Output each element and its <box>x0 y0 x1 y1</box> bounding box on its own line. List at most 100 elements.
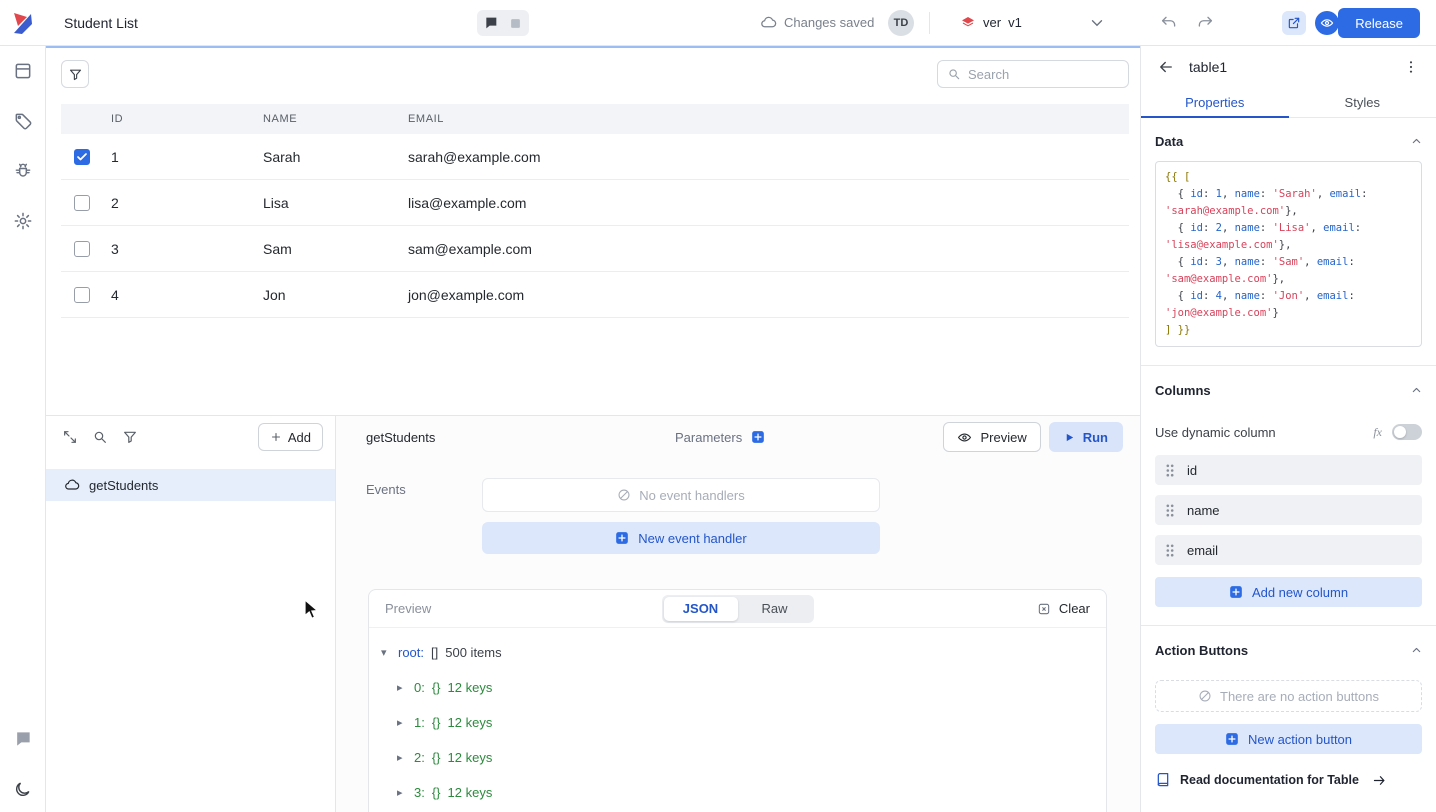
column-item[interactable]: email <box>1155 535 1422 565</box>
query-panel: Add getStudents getStudents Parameters <box>46 415 1140 812</box>
avatar[interactable]: TD <box>888 10 914 36</box>
table-search[interactable] <box>937 60 1129 88</box>
json-tree-item[interactable]: ▸3:{}12 keys <box>397 781 1106 803</box>
tag-icon[interactable] <box>12 110 34 132</box>
collapse-icon[interactable] <box>1411 385 1422 396</box>
add-parameter-icon[interactable] <box>751 430 765 444</box>
collapse-icon[interactable] <box>1411 136 1422 147</box>
version-selector[interactable]: ver v1 <box>960 0 1022 45</box>
bug-icon[interactable] <box>12 160 34 182</box>
table-row[interactable]: 3Samsam@example.com <box>61 226 1129 272</box>
row-checkbox[interactable] <box>74 287 90 303</box>
response-preview-header: Preview JSON Raw Clear <box>369 590 1106 628</box>
add-query-button[interactable]: Add <box>258 423 323 451</box>
query-label: getStudents <box>89 478 158 493</box>
query-list-item[interactable]: getStudents <box>46 469 335 501</box>
caret-right-icon[interactable]: ▸ <box>397 786 407 799</box>
gear-icon[interactable] <box>12 210 34 232</box>
run-button[interactable]: Run <box>1049 422 1123 452</box>
comment-mode-icon[interactable] <box>482 14 500 32</box>
tab-json[interactable]: JSON <box>664 597 738 621</box>
drag-handle-icon[interactable] <box>1166 544 1174 557</box>
tab-properties[interactable]: Properties <box>1141 88 1289 117</box>
data-code-editor[interactable]: {{ [ { id: 1, name: 'Sarah', email:'sara… <box>1155 161 1422 347</box>
row-checkbox[interactable] <box>74 149 90 165</box>
properties-body: Data {{ [ { id: 1, name: 'Sarah', email:… <box>1141 118 1436 812</box>
caret-right-icon[interactable]: ▸ <box>397 751 407 764</box>
query-list: getStudents <box>46 458 335 501</box>
table-widget[interactable]: ID NAME EMAIL 1Sarahsarah@example.com2Li… <box>61 60 1129 318</box>
more-options-icon[interactable] <box>1400 56 1422 78</box>
fx-icon[interactable]: fx <box>1373 425 1382 440</box>
query-name[interactable]: getStudents <box>366 430 435 445</box>
row-checkbox[interactable] <box>74 241 90 257</box>
caret-right-icon[interactable]: ▸ <box>397 716 407 729</box>
new-event-handler-button[interactable]: New event handler <box>482 522 880 554</box>
caret-right-icon[interactable]: ▸ <box>397 681 407 694</box>
cloud-icon <box>760 14 777 31</box>
undo-button[interactable] <box>1158 12 1180 34</box>
data-section-header[interactable]: Data <box>1155 134 1422 149</box>
pages-icon[interactable] <box>12 60 34 82</box>
add-new-column-button[interactable]: Add new column <box>1155 577 1422 607</box>
columns-section-header[interactable]: Columns <box>1155 383 1422 398</box>
drag-handle-icon[interactable] <box>1166 504 1174 517</box>
new-action-button[interactable]: New action button <box>1155 724 1422 754</box>
cell-email: jon@example.com <box>408 287 1129 303</box>
parameters-control[interactable]: Parameters <box>675 416 765 458</box>
canvas-mode-icon[interactable] <box>506 14 524 32</box>
release-button[interactable]: Release <box>1338 8 1420 38</box>
back-button[interactable] <box>1155 56 1177 78</box>
json-tree-root[interactable]: ▾ root: [] 500 items <box>381 641 1106 663</box>
tab-styles[interactable]: Styles <box>1289 88 1436 117</box>
moon-icon[interactable] <box>12 778 34 800</box>
app-window: Student List Changes saved TD <box>0 0 1436 812</box>
expand-icon[interactable] <box>58 425 82 449</box>
column-item[interactable]: name <box>1155 495 1422 525</box>
table-row[interactable]: 2Lisalisa@example.com <box>61 180 1129 226</box>
query-list-pane: Add getStudents <box>46 416 336 812</box>
action-buttons-section-header[interactable]: Action Buttons <box>1155 643 1422 658</box>
json-tree: ▾ root: [] 500 items ▸0:{}12 keys ▸1:{}12… <box>369 628 1106 803</box>
tab-raw[interactable]: Raw <box>738 597 812 621</box>
clear-button[interactable]: Clear <box>1037 601 1090 616</box>
left-sidebar <box>0 46 46 812</box>
widget-name[interactable]: table1 <box>1189 59 1227 75</box>
column-label: name <box>1187 503 1220 518</box>
query-editor: getStudents Parameters Preview <box>336 416 1140 812</box>
redo-button[interactable] <box>1194 12 1216 34</box>
slash-circle-icon <box>617 488 631 502</box>
table-row[interactable]: 4Jonjon@example.com <box>61 272 1129 318</box>
read-documentation-link[interactable]: Read documentation for Table <box>1155 772 1422 788</box>
chat-help-icon[interactable] <box>12 728 34 750</box>
share-button[interactable] <box>1282 11 1306 35</box>
drag-handle-icon[interactable] <box>1166 464 1174 477</box>
clear-icon <box>1037 602 1051 616</box>
cell-id: 3 <box>111 241 263 257</box>
preview-button[interactable]: Preview <box>943 422 1040 452</box>
dynamic-column-toggle[interactable] <box>1392 424 1422 440</box>
preview-app-button[interactable] <box>1315 11 1339 35</box>
chevron-down-icon[interactable] <box>1086 12 1108 34</box>
filter-button[interactable] <box>61 60 89 88</box>
json-tree-item[interactable]: ▸0:{}12 keys <box>397 676 1106 698</box>
search-icon[interactable] <box>88 425 112 449</box>
filter-icon[interactable] <box>118 425 142 449</box>
cell-email: lisa@example.com <box>408 195 1129 211</box>
preview-label: Preview <box>385 601 431 616</box>
table-row[interactable]: 1Sarahsarah@example.com <box>61 134 1129 180</box>
search-input[interactable] <box>968 67 1140 82</box>
cell-id: 1 <box>111 149 263 165</box>
json-tree-item[interactable]: ▸1:{}12 keys <box>397 711 1106 733</box>
json-tree-item[interactable]: ▸2:{}12 keys <box>397 746 1106 768</box>
row-checkbox[interactable] <box>74 195 90 211</box>
header-email[interactable]: EMAIL <box>408 113 1129 125</box>
header-id[interactable]: ID <box>111 113 263 125</box>
header-name[interactable]: NAME <box>263 113 408 125</box>
column-label: email <box>1187 543 1218 558</box>
caret-down-icon[interactable]: ▾ <box>381 646 391 659</box>
collapse-icon[interactable] <box>1411 645 1422 656</box>
cell-id: 2 <box>111 195 263 211</box>
column-item[interactable]: id <box>1155 455 1422 485</box>
topbar: Student List Changes saved TD <box>0 0 1436 46</box>
